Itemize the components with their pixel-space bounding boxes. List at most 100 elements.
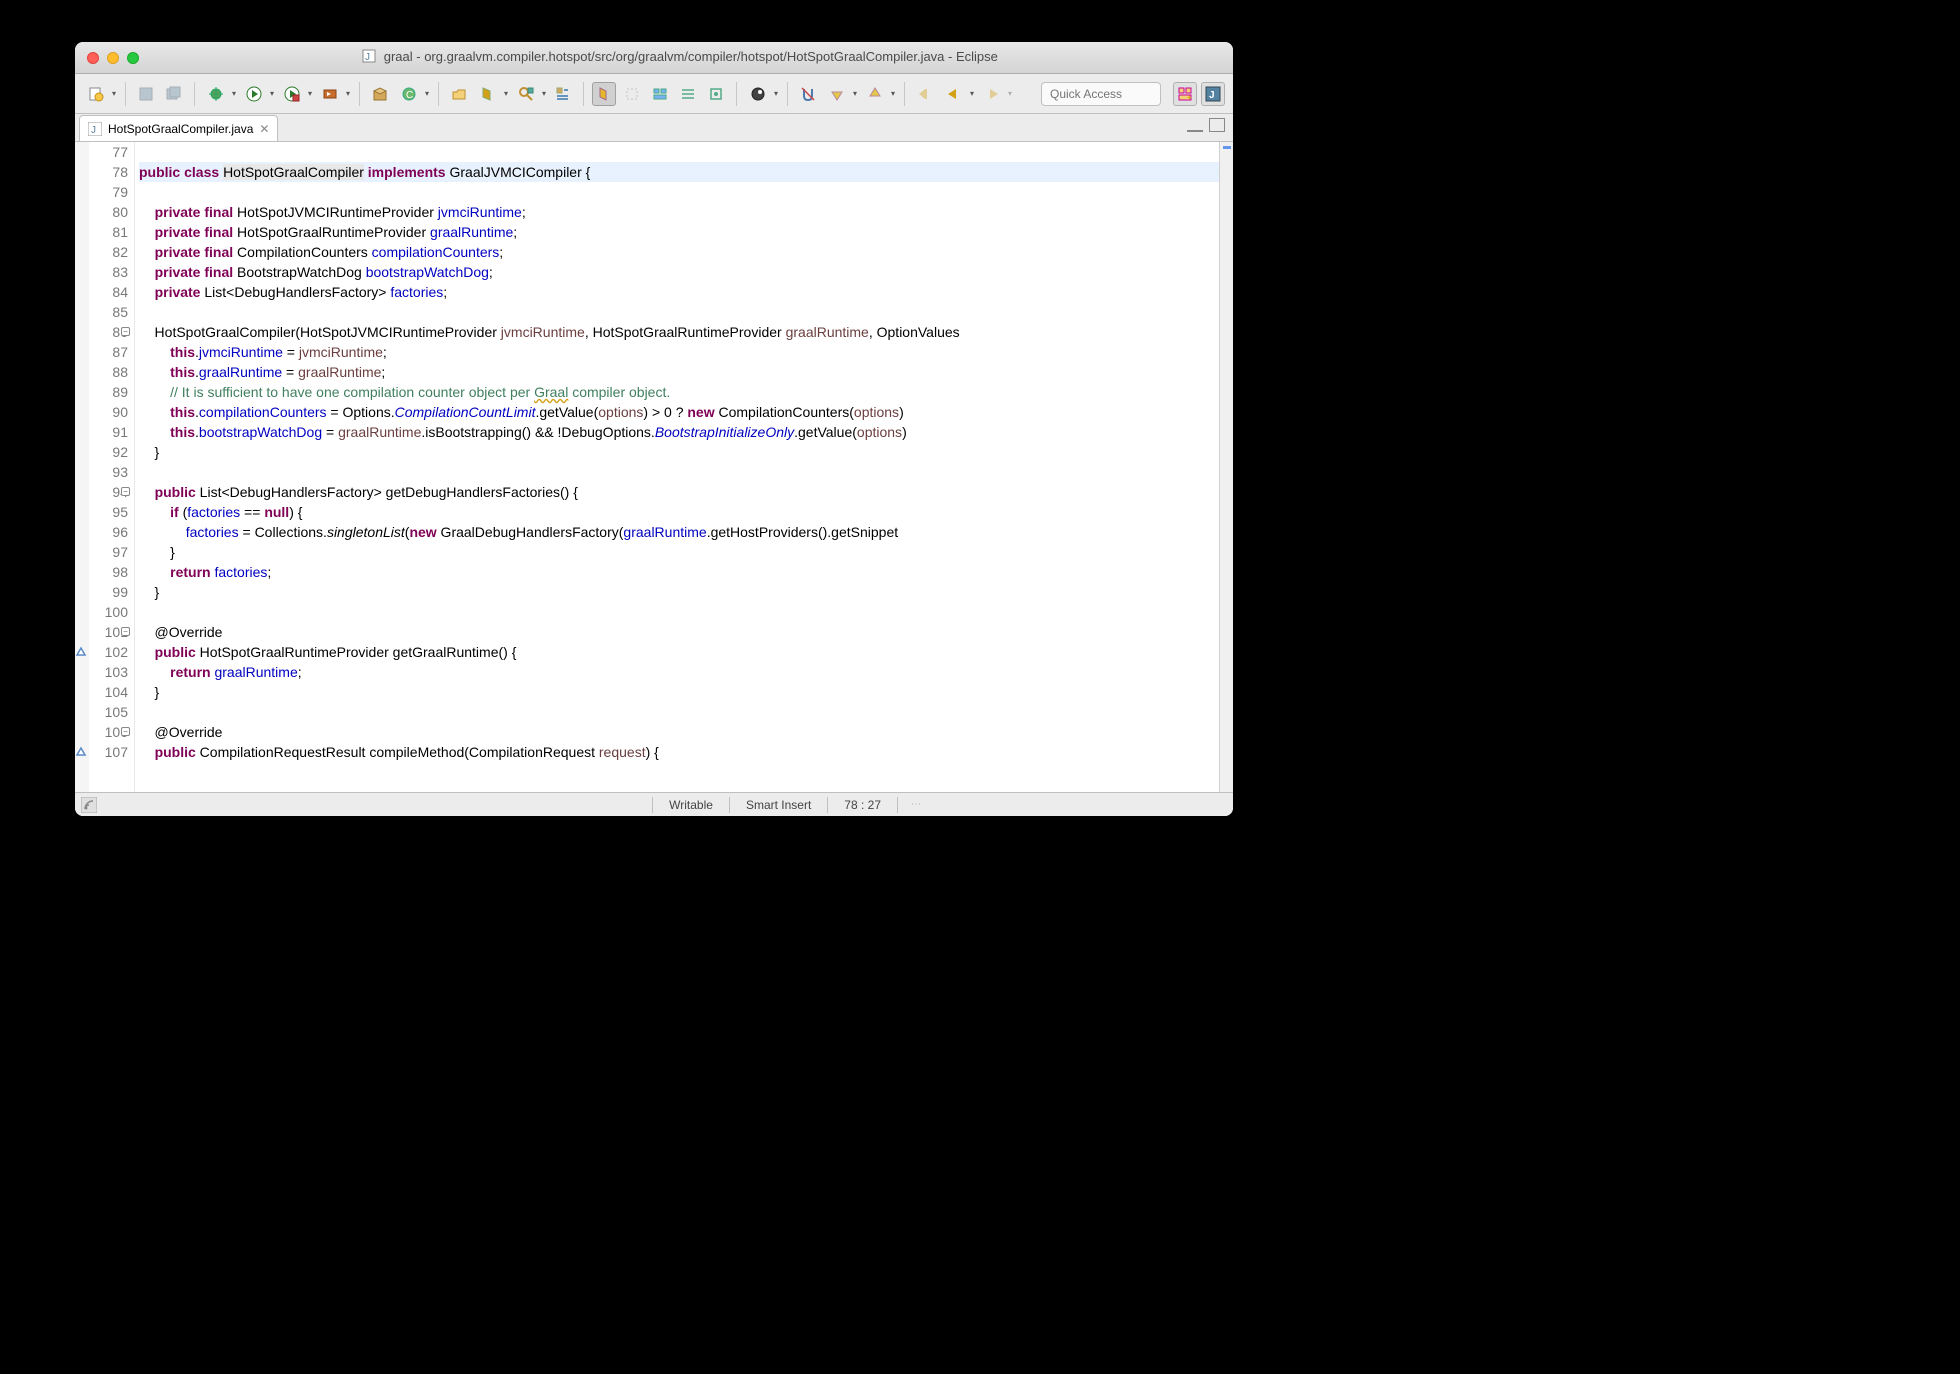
line-number[interactable]: 92 bbox=[75, 442, 128, 462]
new-button[interactable] bbox=[83, 82, 117, 106]
search-button[interactable] bbox=[513, 82, 547, 106]
line-number[interactable]: 81 bbox=[75, 222, 128, 242]
line-number[interactable]: 105 bbox=[75, 702, 128, 722]
close-button[interactable] bbox=[87, 52, 99, 64]
magnet-button[interactable] bbox=[796, 82, 820, 106]
run-button[interactable] bbox=[241, 82, 275, 106]
show-whitespace-button[interactable] bbox=[648, 82, 672, 106]
new-class-button[interactable]: C bbox=[396, 82, 430, 106]
code-line[interactable] bbox=[139, 182, 1233, 202]
toggle-breadcrumb-button[interactable] bbox=[551, 82, 575, 106]
coverage-button[interactable] bbox=[279, 82, 313, 106]
editor-tab[interactable]: J HotSpotGraalCompiler.java ✕ bbox=[79, 115, 278, 141]
line-number[interactable]: 84 bbox=[75, 282, 128, 302]
line-number[interactable]: 89 bbox=[75, 382, 128, 402]
overview-ruler[interactable] bbox=[1219, 142, 1233, 792]
code-line[interactable] bbox=[139, 702, 1233, 722]
save-button[interactable] bbox=[134, 82, 158, 106]
rss-icon[interactable] bbox=[75, 797, 103, 813]
line-number[interactable]: 79 bbox=[75, 182, 128, 202]
code-line[interactable]: } bbox=[139, 682, 1233, 702]
prev-annotation-button[interactable] bbox=[862, 82, 896, 106]
line-number[interactable]: 102 bbox=[75, 642, 128, 662]
line-number[interactable]: 88 bbox=[75, 362, 128, 382]
status-handle[interactable]: ⋮ bbox=[898, 799, 933, 811]
line-number[interactable]: 77 bbox=[75, 142, 128, 162]
code-area[interactable]: public class HotSpotGraalCompiler implem… bbox=[135, 142, 1233, 792]
code-line[interactable]: factories = Collections.singletonList(ne… bbox=[139, 522, 1233, 542]
java-perspective-button[interactable]: J bbox=[1201, 82, 1225, 106]
code-line[interactable]: } bbox=[139, 582, 1233, 602]
line-number[interactable]: 80 bbox=[75, 202, 128, 222]
open-task-button[interactable] bbox=[475, 82, 509, 106]
maximize-view-button[interactable] bbox=[1209, 118, 1225, 132]
toggle-mark-occurrences-button[interactable] bbox=[592, 82, 616, 106]
code-line[interactable]: public List<DebugHandlersFactory> getDeb… bbox=[139, 482, 1233, 502]
forward-button[interactable] bbox=[979, 82, 1013, 106]
code-line[interactable]: public class HotSpotGraalCompiler implem… bbox=[139, 162, 1233, 182]
next-annotation-button[interactable] bbox=[824, 82, 858, 106]
code-line[interactable]: private List<DebugHandlersFactory> facto… bbox=[139, 282, 1233, 302]
line-number[interactable]: 100 bbox=[75, 602, 128, 622]
open-perspective-button[interactable]: + bbox=[1173, 82, 1197, 106]
quick-access-input[interactable] bbox=[1041, 82, 1161, 106]
code-line[interactable]: HotSpotGraalCompiler(HotSpotJVMCIRuntime… bbox=[139, 322, 1233, 342]
line-number[interactable]: 85 bbox=[75, 302, 128, 322]
code-line[interactable]: this.jvmciRuntime = jvmciRuntime; bbox=[139, 342, 1233, 362]
overview-mark[interactable] bbox=[1223, 146, 1231, 149]
line-number[interactable]: 95 bbox=[75, 502, 128, 522]
toggle-word-wrap-button[interactable] bbox=[676, 82, 700, 106]
line-number[interactable]: 83 bbox=[75, 262, 128, 282]
line-number[interactable]: 78 bbox=[75, 162, 128, 182]
maximize-button[interactable] bbox=[127, 52, 139, 64]
line-number[interactable]: 104 bbox=[75, 682, 128, 702]
code-line[interactable]: private final HotSpotGraalRuntimeProvide… bbox=[139, 222, 1233, 242]
line-number-gutter[interactable]: 77787980818283848586−8788899091929394−95… bbox=[75, 142, 135, 792]
line-number[interactable]: 98 bbox=[75, 562, 128, 582]
code-line[interactable]: public CompilationRequestResult compileM… bbox=[139, 742, 1233, 762]
line-number[interactable]: 99 bbox=[75, 582, 128, 602]
save-all-button[interactable] bbox=[162, 82, 186, 106]
line-number[interactable]: 107 bbox=[75, 742, 128, 762]
line-number[interactable]: 96 bbox=[75, 522, 128, 542]
close-tab-icon[interactable]: ✕ bbox=[259, 122, 269, 136]
code-line[interactable]: @Override bbox=[139, 722, 1233, 742]
line-number[interactable]: 87 bbox=[75, 342, 128, 362]
code-line[interactable]: @Override bbox=[139, 622, 1233, 642]
run-last-button[interactable] bbox=[317, 82, 351, 106]
code-line[interactable]: } bbox=[139, 542, 1233, 562]
code-line[interactable]: public HotSpotGraalRuntimeProvider getGr… bbox=[139, 642, 1233, 662]
pin-editor-button[interactable] bbox=[704, 82, 728, 106]
line-number[interactable]: 90 bbox=[75, 402, 128, 422]
fold-toggle-icon[interactable]: − bbox=[121, 727, 130, 736]
code-line[interactable]: this.graalRuntime = graalRuntime; bbox=[139, 362, 1233, 382]
code-line[interactable]: private final CompilationCounters compil… bbox=[139, 242, 1233, 262]
debug-button[interactable] bbox=[203, 82, 237, 106]
minimize-view-button[interactable] bbox=[1187, 118, 1203, 132]
code-line[interactable]: return graalRuntime; bbox=[139, 662, 1233, 682]
fold-toggle-icon[interactable]: − bbox=[121, 487, 130, 496]
code-line[interactable]: private final BootstrapWatchDog bootstra… bbox=[139, 262, 1233, 282]
quick-access[interactable] bbox=[1041, 82, 1161, 106]
code-line[interactable]: return factories; bbox=[139, 562, 1233, 582]
code-line[interactable]: if (factories == null) { bbox=[139, 502, 1233, 522]
fold-toggle-icon[interactable]: − bbox=[121, 627, 130, 636]
minimize-button[interactable] bbox=[107, 52, 119, 64]
last-edit-button[interactable] bbox=[913, 82, 937, 106]
code-line[interactable]: } bbox=[139, 442, 1233, 462]
toggle-block-selection-button[interactable] bbox=[620, 82, 644, 106]
line-number[interactable]: 97 bbox=[75, 542, 128, 562]
line-number[interactable]: 93 bbox=[75, 462, 128, 482]
navigate-button[interactable] bbox=[745, 82, 779, 106]
open-type-button[interactable] bbox=[447, 82, 471, 106]
code-editor[interactable]: 77787980818283848586−8788899091929394−95… bbox=[75, 142, 1233, 792]
line-number[interactable]: 82 bbox=[75, 242, 128, 262]
code-line[interactable]: this.compilationCounters = Options.Compi… bbox=[139, 402, 1233, 422]
back-button[interactable] bbox=[941, 82, 975, 106]
line-number[interactable]: 91 bbox=[75, 422, 128, 442]
line-number[interactable]: 103 bbox=[75, 662, 128, 682]
code-line[interactable] bbox=[139, 142, 1233, 162]
code-line[interactable] bbox=[139, 602, 1233, 622]
code-line[interactable] bbox=[139, 302, 1233, 322]
code-line[interactable]: this.bootstrapWatchDog = graalRuntime.is… bbox=[139, 422, 1233, 442]
